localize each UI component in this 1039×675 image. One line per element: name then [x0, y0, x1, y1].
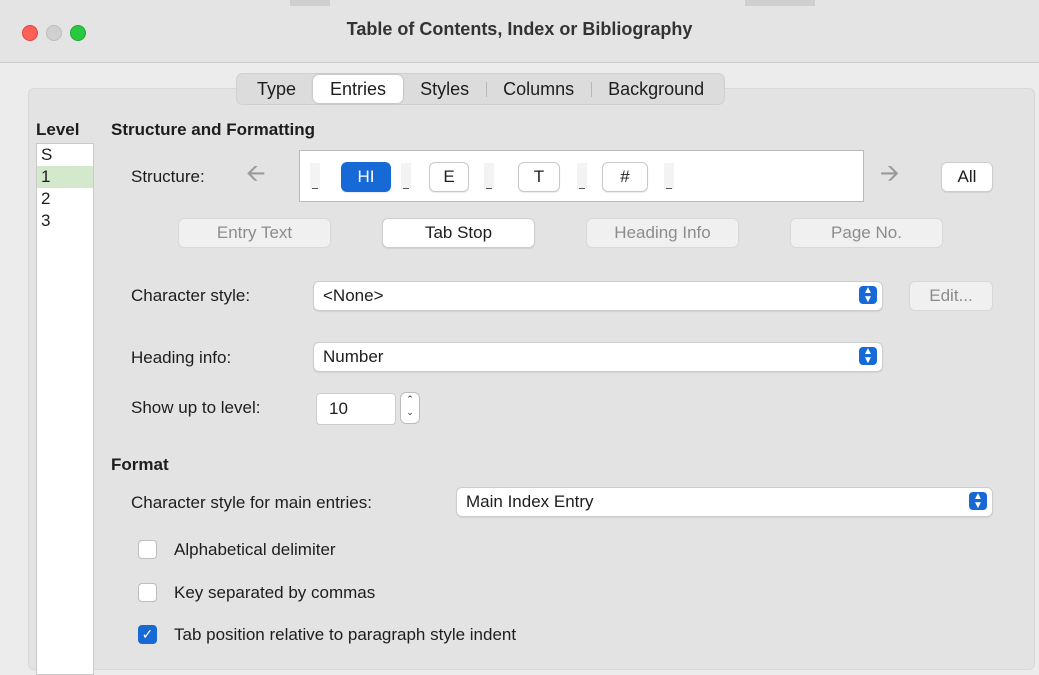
tab-position-label: Tab position relative to paragraph style…: [174, 625, 517, 644]
edit-button[interactable]: Edit...: [909, 281, 993, 311]
structure-gap[interactable]: [310, 163, 320, 189]
chevron-updown-icon: ▲ ▼: [859, 347, 877, 366]
entry-text-button[interactable]: Entry Text: [178, 218, 331, 248]
window-title: Table of Contents, Index or Bibliography: [346, 19, 693, 39]
tab-stop-button[interactable]: Tab Stop: [382, 218, 535, 248]
character-style-value: <None>: [323, 286, 384, 305]
character-style-select[interactable]: <None> ▲ ▼: [313, 281, 883, 311]
tab-entries[interactable]: Entries: [313, 75, 404, 103]
tab-type[interactable]: Type: [240, 75, 313, 103]
tab-background[interactable]: Background: [591, 75, 721, 103]
level-item-selected[interactable]: 1: [37, 166, 93, 188]
arrow-right-icon[interactable]: 🡪: [880, 159, 900, 189]
heading-info-label: Heading info:: [131, 348, 232, 367]
level-item[interactable]: 3: [37, 210, 93, 232]
chevron-updown-icon: ▲ ▼: [969, 492, 987, 511]
chevron-updown-icon: ▲ ▼: [859, 286, 877, 305]
show-up-to-level-value: 10: [329, 399, 348, 418]
tab-bar: Type Entries Styles Columns Background: [236, 73, 726, 105]
main-entries-select[interactable]: Main Index Entry ▲ ▼: [456, 487, 993, 517]
character-style-label: Character style:: [131, 286, 251, 305]
structure-gap[interactable]: [577, 163, 587, 189]
heading-info-value: Number: [323, 347, 384, 366]
structure-label: Structure:: [131, 167, 205, 186]
level-item[interactable]: S: [37, 144, 93, 166]
background-window-fragment: [745, 0, 815, 6]
heading-info-select[interactable]: Number ▲ ▼: [313, 342, 883, 372]
structure-token-t[interactable]: T: [518, 162, 560, 192]
level-stepper[interactable]: ⌃ ⌄: [400, 392, 420, 424]
structure-token-page[interactable]: #: [602, 162, 648, 192]
key-separated-label: Key separated by commas: [174, 583, 376, 602]
level-heading: Level: [36, 120, 80, 139]
structure-gap[interactable]: [401, 163, 411, 189]
background-window-fragment: [290, 0, 330, 6]
level-item[interactable]: 2: [37, 188, 93, 210]
tab-columns[interactable]: Columns: [486, 75, 591, 103]
show-up-to-level-label: Show up to level:: [131, 398, 261, 417]
structure-field[interactable]: HI E T #: [299, 150, 864, 202]
all-button[interactable]: All: [941, 162, 993, 192]
structure-token-e[interactable]: E: [429, 162, 469, 192]
tab-styles[interactable]: Styles: [403, 75, 486, 103]
show-up-to-level-field[interactable]: 10: [316, 393, 396, 425]
page-no-button[interactable]: Page No.: [790, 218, 943, 248]
structure-token-hi[interactable]: HI: [341, 162, 391, 192]
structure-formatting-heading: Structure and Formatting: [111, 120, 316, 139]
structure-gap[interactable]: [664, 163, 674, 189]
arrow-left-icon[interactable]: 🡨: [246, 159, 266, 189]
alphabetical-delimiter-checkbox[interactable]: [138, 540, 157, 559]
main-entries-value: Main Index Entry: [466, 492, 594, 511]
tab-position-checkbox[interactable]: ✓: [138, 625, 157, 644]
main-entries-label: Character style for main entries:: [131, 493, 372, 512]
alphabetical-delimiter-label: Alphabetical delimiter: [174, 540, 336, 559]
key-separated-checkbox[interactable]: [138, 583, 157, 602]
format-heading: Format: [111, 455, 169, 474]
structure-gap[interactable]: [484, 163, 494, 189]
level-list[interactable]: S 1 2 3: [36, 143, 94, 675]
heading-info-button[interactable]: Heading Info: [586, 218, 739, 248]
